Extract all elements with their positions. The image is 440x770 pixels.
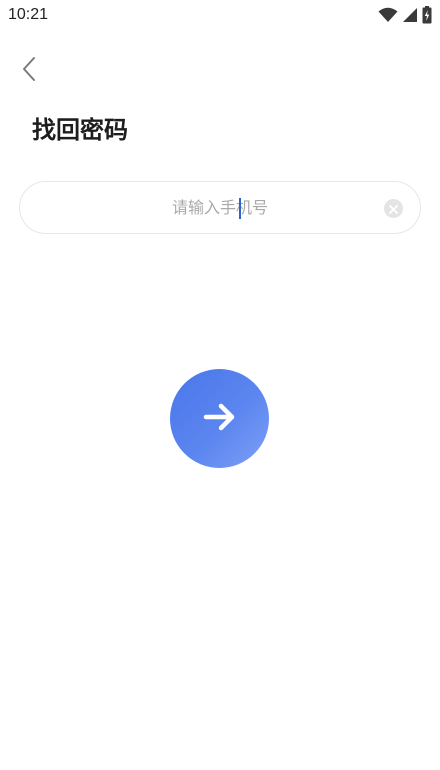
- phone-input[interactable]: [20, 182, 420, 233]
- battery-charging-icon: [422, 6, 432, 24]
- wifi-icon: [378, 7, 398, 23]
- page-title: 找回密码: [32, 116, 128, 144]
- chevron-left-icon: [20, 56, 38, 86]
- submit-button[interactable]: [170, 369, 269, 468]
- status-icons: [378, 6, 432, 24]
- status-bar: 10:21: [0, 0, 440, 30]
- find-password-screen: 10:21 找回密码 请输入手机号: [0, 0, 440, 770]
- arrow-right-icon: [203, 403, 237, 435]
- text-cursor: [239, 198, 241, 219]
- phone-field[interactable]: [19, 181, 421, 234]
- clear-input-button[interactable]: [384, 199, 403, 218]
- signal-icon: [402, 7, 418, 23]
- status-time: 10:21: [8, 6, 49, 23]
- clear-circle-icon: [389, 199, 398, 218]
- back-button[interactable]: [14, 56, 44, 86]
